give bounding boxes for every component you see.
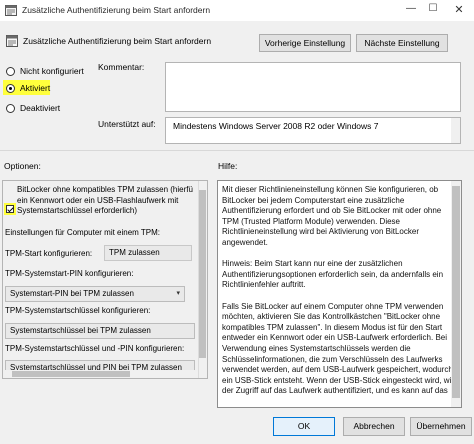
help-line: angewendet.	[222, 238, 268, 247]
ok-button[interactable]: OK	[273, 417, 335, 436]
tpm-key-label: TPM-Systemstartschlüssel konfigurieren:	[5, 306, 151, 315]
help-line: Falls Sie BitLocker auf einem Computer o…	[222, 301, 444, 311]
help-line: der Zugriff auf das Laufwerk authentifiz…	[222, 386, 448, 396]
chevron-down-icon: ▾	[176, 290, 180, 297]
checkbox-label-line: ein Kennwort oder ein USB-Flashlaufwerk …	[17, 196, 179, 205]
radio-label: Deaktiviert	[20, 103, 61, 113]
policy-settings-icon	[5, 5, 17, 16]
tpm-settings-heading: Einstellungen für Computer mit einem TPM…	[5, 228, 161, 237]
policy-settings-icon	[6, 35, 18, 47]
help-line: entweder ein Kennwort oder ein USB-Laufw…	[222, 333, 448, 343]
radio-label: Nicht konfiguriert	[20, 66, 84, 76]
tpm-start-field[interactable]: TPM zulassen	[104, 245, 192, 261]
supported-scrollbar[interactable]	[451, 118, 460, 143]
radio-label: Aktiviert	[20, 83, 51, 93]
supported-on-label: Unterstützt auf:	[98, 119, 156, 129]
next-setting-button[interactable]: Nächste Einstellung	[356, 34, 448, 52]
window-title: Zusätzliche Authentifizierung beim Start…	[22, 5, 211, 15]
options-label: Optionen:	[4, 161, 41, 171]
options-scrollbar-thumb[interactable]	[199, 190, 206, 358]
checkbox-label-line: BitLocker ohne kompatibles TPM zulassen …	[17, 185, 193, 194]
help-line: verwendet werden, auf dem USB-Laufwerk g…	[222, 365, 453, 375]
radio-button[interactable]	[6, 103, 15, 113]
help-line: ein USB-Stick entsteht. Wenn der USB-Sti…	[222, 375, 459, 385]
previous-setting-button[interactable]: Vorherige Einstellung	[259, 34, 351, 52]
dropdown-value: Systemstart-PIN bei TPM zulassen	[10, 289, 134, 298]
help-line: Mit dieser Richtlinieneinstellung können…	[222, 185, 439, 194]
radio-button-selected[interactable]	[6, 83, 15, 93]
help-line: Verwendung eines Systemstartschlüssels w…	[222, 344, 411, 353]
radio-button[interactable]	[6, 66, 15, 76]
maximize-button[interactable]: ☐	[422, 3, 444, 19]
comment-label: Kommentar:	[98, 62, 145, 72]
help-line: Authentifizierungsoptionen erforderlich …	[222, 269, 444, 279]
radio-not-configured[interactable]: Nicht konfiguriert	[6, 65, 84, 77]
radio-enabled[interactable]: Aktiviert	[6, 82, 50, 94]
comment-field[interactable]	[165, 62, 461, 112]
tpm-pin-dropdown[interactable]: Systemstart-PIN bei TPM zulassen ▾	[5, 286, 185, 302]
help-line: Schlüsselinformationen, die zum Verschlü…	[222, 354, 443, 364]
help-label: Hilfe:	[218, 161, 238, 171]
help-line: möchten, aktivieren Sie das Kontrollkäst…	[222, 312, 441, 322]
tpm-key-pin-label: TPM-Systemstartschlüssel und -PIN konfig…	[5, 344, 185, 353]
help-line: Hinweis: Beim Start kann nur eine der zu…	[222, 259, 403, 269]
radio-disabled[interactable]: Deaktiviert	[6, 102, 60, 114]
tpm-key-dropdown[interactable]: Systemstartschlüssel bei TPM zulassen	[5, 323, 195, 339]
help-line: Authentifizierung erfordert und ob Sie B…	[222, 206, 442, 216]
apply-button[interactable]: Übernehmen	[410, 417, 472, 436]
tpm-start-label: TPM-Start konfigurieren:	[5, 249, 93, 258]
help-line: TPM (Trusted Platform Module) verwenden.…	[222, 216, 400, 226]
help-line: Richtlinieneinstellung wird bei Aktivier…	[222, 227, 419, 237]
options-horizontal-scrollbar-thumb[interactable]	[12, 371, 130, 377]
supported-on-value: Mindestens Windows Server 2008 R2 oder W…	[173, 121, 379, 131]
tpm-pin-label: TPM-Systemstart-PIN konfigurieren:	[5, 269, 134, 278]
help-line: kompatibles TPM zulassen". In diesem Mod…	[222, 322, 443, 332]
section-divider	[0, 150, 474, 151]
allow-bitlocker-without-tpm-checkbox[interactable]	[6, 205, 14, 213]
help-scrollbar-thumb[interactable]	[452, 186, 460, 398]
cancel-button[interactable]: Abbrechen	[343, 417, 405, 436]
checkbox-label-line: Systemstartschlüssel erforderlich)	[17, 206, 138, 215]
help-line: Richtlinienfehler auftritt.	[222, 280, 306, 290]
close-button[interactable]: ✕	[448, 3, 470, 19]
minimize-button[interactable]: —	[400, 3, 422, 19]
help-line: BitLocker bei jedem Computerstart eine z…	[222, 195, 405, 205]
policy-title: Zusätzliche Authentifizierung beim Start…	[23, 36, 212, 46]
dropdown-value: Systemstartschlüssel bei TPM zulassen	[10, 326, 151, 335]
